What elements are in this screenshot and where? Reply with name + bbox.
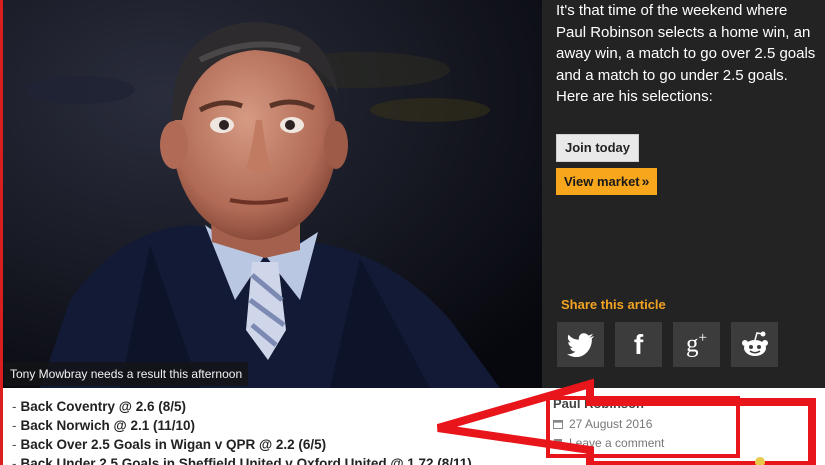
twitter-icon xyxy=(566,332,594,357)
comment-icon xyxy=(554,439,562,447)
share-buttons: f g+ xyxy=(557,322,778,367)
join-today-button[interactable]: Join today xyxy=(556,134,640,162)
join-today-label: Join today xyxy=(565,140,631,155)
share-google-plus-button[interactable]: g+ xyxy=(673,322,720,367)
list-item: - Back Under 2.5 Goals in Sheffield Unite… xyxy=(12,456,472,465)
selections-list: - Back Coventry @ 2.6 (8/5) - Back Norwich… xyxy=(12,397,472,465)
view-market-label: View market xyxy=(564,174,640,189)
calendar-icon xyxy=(553,420,563,429)
double-chevron-right-icon: » xyxy=(641,173,650,189)
red-highlight-stripe xyxy=(0,0,3,465)
google-plus-icon: g+ xyxy=(686,330,707,358)
share-title: Share this article xyxy=(561,297,666,312)
hero-illustration xyxy=(0,0,542,388)
facebook-icon: f xyxy=(633,328,644,360)
share-twitter-button[interactable] xyxy=(557,322,604,367)
view-market-button[interactable]: View market» xyxy=(556,168,658,195)
leave-comment-link[interactable]: Leave a comment xyxy=(553,436,664,450)
article-side-panel: It's that time of the weekend where Paul… xyxy=(542,0,825,388)
list-item: - Back Norwich @ 2.1 (11/10) xyxy=(12,418,195,433)
article-page: Tony Mowbray needs a result this afterno… xyxy=(0,0,825,465)
publish-date-text: 27 August 2016 xyxy=(569,417,653,431)
reddit-icon xyxy=(741,331,768,356)
list-item: - Back Coventry @ 2.6 (8/5) xyxy=(12,399,186,414)
hero-photo: Tony Mowbray needs a result this afterno… xyxy=(0,0,542,388)
emoji-icon xyxy=(755,457,765,465)
author-name[interactable]: Paul Robinson xyxy=(553,396,644,411)
share-facebook-button[interactable]: f xyxy=(615,322,662,367)
intro-text: It's that time of the weekend where Paul… xyxy=(556,2,816,105)
share-reddit-button[interactable] xyxy=(731,322,778,367)
publish-date: 27 August 2016 xyxy=(553,417,652,431)
leave-comment-label: Leave a comment xyxy=(569,436,665,450)
list-item: - Back Over 2.5 Goals in Wigan v QPR @ 2.… xyxy=(12,437,327,452)
photo-caption: Tony Mowbray needs a result this afterno… xyxy=(4,362,249,386)
